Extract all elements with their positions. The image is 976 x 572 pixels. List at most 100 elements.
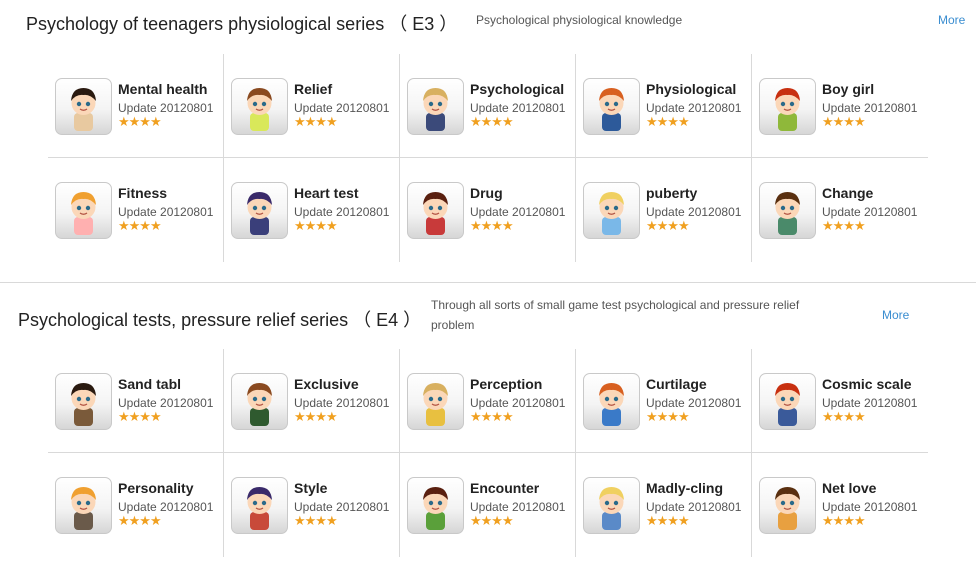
app-name[interactable]: Relief: [294, 81, 332, 97]
app-update-date: Update 20120801: [294, 396, 390, 410]
app-name[interactable]: Boy girl: [822, 81, 874, 97]
rating-stars: ★★★★: [294, 409, 338, 424]
app-item[interactable]: Sand tabl Update 20120801 ★★★★: [48, 349, 224, 453]
app-name[interactable]: Perception: [470, 376, 542, 392]
orange-hair-boy-avatar-icon[interactable]: [55, 182, 112, 239]
app-name[interactable]: Curtilage: [646, 376, 707, 392]
rating-stars: ★★★★: [646, 513, 690, 528]
teacher-blackboard-icon[interactable]: [231, 373, 288, 430]
app-name[interactable]: puberty: [646, 185, 697, 201]
app-name[interactable]: Personality: [118, 480, 193, 496]
rating-stars: ★★★★: [294, 218, 338, 233]
app-item[interactable]: Perception Update 20120801 ★★★★: [400, 349, 576, 453]
app-item[interactable]: Curtilage Update 20120801 ★★★★: [576, 349, 752, 453]
app-name[interactable]: Change: [822, 185, 873, 201]
app-item[interactable]: puberty Update 20120801 ★★★★: [576, 158, 752, 262]
rating-stars: ★★★★: [822, 409, 866, 424]
app-item[interactable]: Physiological Update 20120801 ★★★★: [576, 54, 752, 158]
app-name[interactable]: Sand tabl: [118, 376, 181, 392]
app-item[interactable]: Net love Update 20120801 ★★★★: [752, 453, 928, 557]
rating-stars: ★★★★: [470, 409, 514, 424]
app-name[interactable]: Mental health: [118, 81, 207, 97]
girl-backpack-icon[interactable]: [407, 477, 464, 534]
ninja-avatar-icon[interactable]: [231, 182, 288, 239]
long-hair-girl-avatar-icon[interactable]: [407, 182, 464, 239]
rating-stars: ★★★★: [118, 513, 162, 528]
app-item[interactable]: Fitness Update 20120801 ★★★★: [48, 158, 224, 262]
app-name[interactable]: Psychological: [470, 81, 564, 97]
running-kid-icon[interactable]: [759, 373, 816, 430]
app-name[interactable]: Encounter: [470, 480, 539, 496]
brown-hair-boy-avatar-icon[interactable]: [759, 182, 816, 239]
app-item[interactable]: Personality Update 20120801 ★★★★: [48, 453, 224, 557]
twins-icon[interactable]: [55, 373, 112, 430]
couple-kids-icon[interactable]: [759, 477, 816, 534]
rating-stars: ★★★★: [646, 409, 690, 424]
app-item[interactable]: Madly-cling Update 20120801 ★★★★: [576, 453, 752, 557]
app-update-date: Update 20120801: [118, 101, 214, 115]
section-description: Through all sorts of small game test psy…: [431, 298, 800, 332]
app-update-date: Update 20120801: [294, 205, 390, 219]
app-update-date: Update 20120801: [822, 205, 918, 219]
blond-boy-avatar-icon[interactable]: [407, 78, 464, 135]
more-link[interactable]: More: [938, 13, 965, 27]
section-title: Psychology of teenagers physiological se…: [26, 14, 458, 34]
app-item[interactable]: Change Update 20120801 ★★★★: [752, 158, 928, 262]
app-item[interactable]: Boy girl Update 20120801 ★★★★: [752, 54, 928, 158]
rating-stars: ★★★★: [822, 513, 866, 528]
blonde-girl-avatar-icon[interactable]: [583, 182, 640, 239]
app-name[interactable]: Heart test: [294, 185, 359, 201]
app-item[interactable]: Heart test Update 20120801 ★★★★: [224, 158, 400, 262]
app-update-date: Update 20120801: [646, 396, 742, 410]
app-name[interactable]: Net love: [822, 480, 876, 496]
section-e3: Psychology of teenagers physiological se…: [0, 0, 976, 283]
app-item[interactable]: Style Update 20120801 ★★★★: [224, 453, 400, 557]
thinking-man-icon[interactable]: [55, 477, 112, 534]
app-item[interactable]: Encounter Update 20120801 ★★★★: [400, 453, 576, 557]
painter-kid-icon[interactable]: [583, 477, 640, 534]
app-update-date: Update 20120801: [470, 500, 566, 514]
app-name[interactable]: Drug: [470, 185, 503, 201]
app-item[interactable]: Relief Update 20120801 ★★★★: [224, 54, 400, 158]
rating-stars: ★★★★: [470, 513, 514, 528]
rating-stars: ★★★★: [294, 114, 338, 129]
boy-avatar-icon[interactable]: [55, 78, 112, 135]
curly-girl-avatar-icon[interactable]: [759, 78, 816, 135]
more-link[interactable]: More: [882, 308, 909, 322]
app-update-date: Update 20120801: [470, 205, 566, 219]
app-name[interactable]: Exclusive: [294, 376, 359, 392]
app-update-date: Update 20120801: [470, 101, 566, 115]
rating-stars: ★★★★: [118, 218, 162, 233]
rating-stars: ★★★★: [294, 513, 338, 528]
rating-stars: ★★★★: [118, 409, 162, 424]
app-item[interactable]: Cosmic scale Update 20120801 ★★★★: [752, 349, 928, 453]
section-description: Psychological physiological knowledge: [476, 13, 683, 27]
app-item[interactable]: Exclusive Update 20120801 ★★★★: [224, 349, 400, 453]
app-name[interactable]: Fitness: [118, 185, 167, 201]
rating-stars: ★★★★: [822, 218, 866, 233]
app-item[interactable]: Psychological Update 20120801 ★★★★: [400, 54, 576, 158]
backpack-icon[interactable]: [583, 373, 640, 430]
app-item[interactable]: Mental health Update 20120801 ★★★★: [48, 54, 224, 158]
grumpy-face-icon[interactable]: [231, 477, 288, 534]
girl-avatar-icon[interactable]: [231, 78, 288, 135]
child-lying-icon[interactable]: [407, 373, 464, 430]
app-update-date: Update 20120801: [646, 500, 742, 514]
app-update-date: Update 20120801: [822, 101, 918, 115]
app-item[interactable]: Drug Update 20120801 ★★★★: [400, 158, 576, 262]
rating-stars: ★★★★: [470, 114, 514, 129]
app-name[interactable]: Style: [294, 480, 327, 496]
app-update-date: Update 20120801: [294, 101, 390, 115]
app-update-date: Update 20120801: [822, 500, 918, 514]
redhead-boy-avatar-icon[interactable]: [583, 78, 640, 135]
app-grid: Sand tabl Update 20120801 ★★★★ Exclusive Upd…: [48, 349, 928, 557]
app-update-date: Update 20120801: [646, 205, 742, 219]
app-grid: Mental health Update 20120801 ★★★★ Relief Up…: [48, 54, 928, 262]
section-e4: Psychological tests, pressure relief ser…: [0, 283, 976, 572]
app-update-date: Update 20120801: [646, 101, 742, 115]
app-name[interactable]: Cosmic scale: [822, 376, 912, 392]
rating-stars: ★★★★: [646, 218, 690, 233]
app-name[interactable]: Physiological: [646, 81, 736, 97]
app-name[interactable]: Madly-cling: [646, 480, 723, 496]
app-update-date: Update 20120801: [118, 205, 214, 219]
